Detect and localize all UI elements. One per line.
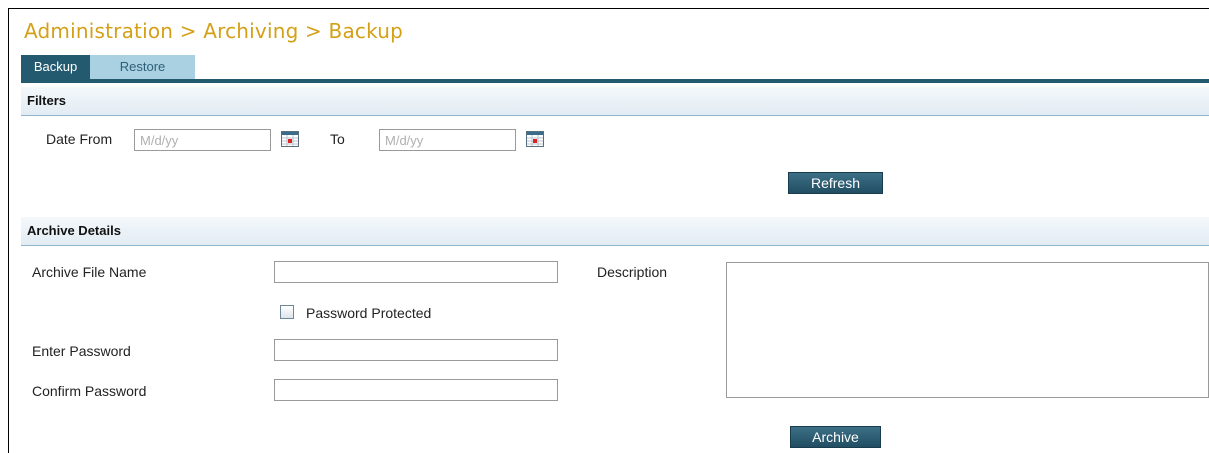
enter-password-label: Enter Password bbox=[32, 343, 131, 359]
password-protected-label: Password Protected bbox=[306, 305, 432, 321]
to-label: To bbox=[330, 131, 345, 147]
refresh-button[interactable]: Refresh bbox=[788, 172, 883, 194]
confirm-password-input[interactable] bbox=[274, 379, 558, 401]
tab-underline bbox=[21, 79, 1209, 83]
tab-backup[interactable]: Backup bbox=[21, 55, 90, 79]
enter-password-input[interactable] bbox=[274, 339, 558, 361]
description-label: Description bbox=[597, 264, 668, 280]
confirm-password-label: Confirm Password bbox=[32, 383, 147, 399]
password-protected-checkbox[interactable] bbox=[280, 305, 294, 319]
description-textarea[interactable] bbox=[726, 262, 1209, 398]
tab-restore[interactable]: Restore bbox=[90, 55, 195, 79]
archive-button[interactable]: Archive bbox=[790, 426, 881, 448]
archive-file-name-input[interactable] bbox=[274, 261, 558, 283]
filters-header: Filters bbox=[21, 87, 1209, 116]
archive-details-header: Archive Details bbox=[21, 217, 1209, 246]
date-from-input[interactable] bbox=[134, 129, 271, 151]
date-from-label: Date From bbox=[46, 131, 113, 147]
date-from-calendar-icon[interactable] bbox=[281, 131, 299, 147]
archive-file-name-label: Archive File Name bbox=[32, 264, 147, 280]
date-to-calendar-icon[interactable] bbox=[526, 131, 544, 147]
page-title: Administration > Archiving > Backup bbox=[24, 19, 404, 43]
date-to-input[interactable] bbox=[379, 129, 516, 151]
